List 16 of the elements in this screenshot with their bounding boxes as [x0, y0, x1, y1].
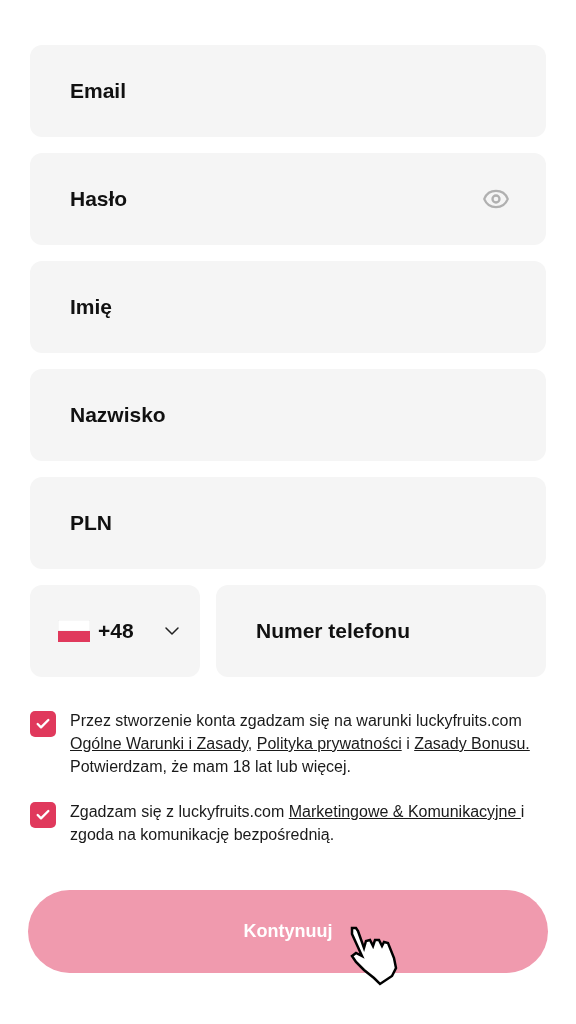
flag-icon — [58, 620, 90, 642]
consent-text: Zgadzam się z luckyfruits.com Marketingowe & Komunikacyjne i zgoda na komunikację bezpośrednią. — [70, 802, 526, 845]
checkbox[interactable] — [30, 802, 56, 828]
link[interactable]: Marketingowe & Komunikacyjne — [288, 803, 521, 820]
link[interactable]: Polityka prywatności — [256, 735, 402, 752]
checkbox[interactable] — [30, 711, 56, 737]
link[interactable]: Ogólne Warunki i Zasady — [70, 735, 248, 752]
country-code-select[interactable]: +48 — [30, 585, 200, 677]
input-field[interactable]: Email — [30, 45, 546, 137]
consent-text: Przez stworzenie konta zgadzam się na warunki luckyfruits.com Ogólne Warunki i Zasady, Polityka prywatności i Zasady Bonusu. Potwierdzam, że mam 18 lat lub więcej. — [70, 711, 531, 777]
input-field[interactable]: PLN — [30, 477, 546, 569]
password-field[interactable]: Hasło — [30, 153, 546, 245]
input-field[interactable]: Nazwisko — [30, 369, 546, 461]
input-field[interactable]: Imię — [30, 261, 546, 353]
phone-field[interactable]: Numer telefonu — [216, 585, 546, 677]
link[interactable]: Zasady Bonusu. — [414, 735, 530, 752]
